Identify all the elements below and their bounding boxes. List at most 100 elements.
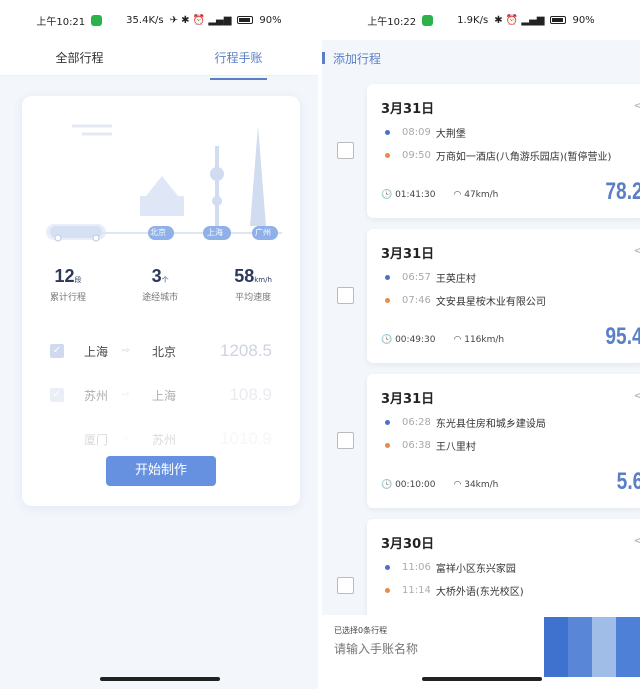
journal-name-input[interactable] <box>322 636 522 656</box>
trip-card[interactable]: 3月31日 < 08:09 大荆堡 09:50 万商如一酒店(八角游乐园店)(暂停营… <box>367 84 640 218</box>
wechat-icon <box>91 14 103 26</box>
trip-duration: 01:41:30 <box>395 190 436 200</box>
start-place: 东光县住房和城乡建设局 <box>435 419 546 430</box>
share-icon[interactable]: < <box>633 388 640 404</box>
speedometer-icon: ◠ 47km/h <box>453 190 499 200</box>
add-trip-header[interactable]: 添加行程 <box>322 40 640 76</box>
right-phone: 上午10:22 1.9K/s ✱ ⏰ ▂▄▆ 90% 添加行程 3月31日 < … <box>322 0 640 689</box>
trip-checkbox[interactable] <box>337 432 354 449</box>
end-time: 06:38 <box>402 440 431 451</box>
trip-speed: 116km/h <box>464 335 505 345</box>
end-dot-icon <box>385 443 390 448</box>
stat-label: 平均速度 <box>235 293 272 303</box>
start-dot-icon <box>385 275 390 280</box>
home-indicator <box>100 677 220 681</box>
tab-trip-journal[interactable]: 行程手账 <box>210 45 267 80</box>
start-time: 06:57 <box>402 272 431 283</box>
network-speed: 35.4K/s <box>126 14 164 26</box>
route-to: 上海 <box>152 388 177 403</box>
stat-unit: km/h <box>254 276 272 284</box>
checkbox[interactable] <box>50 432 64 446</box>
route-from: 厦门 <box>84 432 109 447</box>
trip-card[interactable]: 3月31日 < 06:57 王英庄村 07:46 文安县星桉木业有限公司 🕓 00:… <box>367 229 640 363</box>
route-row[interactable]: 厦门 ⇨ 苏州 1010.9 <box>22 417 300 461</box>
tab-bar: 全部行程 行程手账 <box>0 40 318 80</box>
battery-level: 90% <box>259 14 282 26</box>
city-illustration: 北京 上海 广州 <box>22 96 300 248</box>
trip-duration: 00:49:30 <box>395 335 436 345</box>
tab-all-trips[interactable]: 全部行程 <box>51 45 107 70</box>
trip-date: 3月30日 <box>381 537 435 552</box>
route-distance: 108.9 <box>229 385 272 404</box>
status-bar: 上午10:21 35.4K/s ✈ ✱ ⏰ ▂▄▆ 90% <box>0 0 318 40</box>
route-row[interactable]: ✓ 苏州 ⇨ 上海 108.9 <box>22 373 300 417</box>
end-dot-icon <box>385 588 390 593</box>
skyline-illustration <box>46 124 282 242</box>
status-time: 上午10:21 <box>36 16 86 28</box>
trip-end: 11:14 大桥外语(东光校区) <box>381 583 633 598</box>
trip-checkbox[interactable] <box>337 287 354 304</box>
stat-label: 累计行程 <box>50 293 87 303</box>
stat-label: 途经城市 <box>142 293 179 303</box>
stat-unit: 段 <box>74 276 82 284</box>
trip-start: 06:28 东光县住房和城乡建设局 <box>381 415 633 430</box>
start-place: 富祥小区东兴家园 <box>435 564 516 575</box>
city-tag: 广州 <box>255 228 271 237</box>
start-button[interactable]: 开始制作 <box>106 456 216 486</box>
pixelated-button[interactable] <box>544 617 640 677</box>
arrow-icon: ⇨ <box>122 390 130 400</box>
end-place: 万商如一酒店(八角游乐园店)(暂停营业) <box>435 152 612 163</box>
start-time: 06:28 <box>402 417 431 428</box>
stats-row: 12段 累计行程 3个 途经城市 58km/h 平均速度 <box>22 248 300 303</box>
checkbox[interactable]: ✓ <box>50 344 64 358</box>
trip-end: 06:38 王八里村 <box>381 438 633 453</box>
trip-card[interactable]: 3月31日 < 06:28 东光县住房和城乡建设局 06:38 王八里村 🕓 00:… <box>367 374 640 508</box>
network-speed: 1.9K/s <box>457 14 489 26</box>
trip-date: 3月31日 <box>381 247 435 262</box>
route-from: 上海 <box>84 344 109 359</box>
clock-icon: 🕓 00:10:00 <box>381 480 436 490</box>
end-dot-icon <box>385 298 390 303</box>
start-dot-icon <box>385 420 390 425</box>
trip-start: 11:06 富祥小区东兴家园 <box>381 560 633 575</box>
start-time: 08:09 <box>402 127 431 138</box>
share-icon[interactable]: < <box>633 98 640 114</box>
checkbox[interactable]: ✓ <box>50 388 64 402</box>
start-place: 王英庄村 <box>435 274 476 285</box>
signal-icons: ✈ ✱ ⏰ ▂▄▆ <box>169 14 232 26</box>
city-tag: 北京 <box>150 228 166 237</box>
clock-icon: 🕓 00:49:30 <box>381 335 436 345</box>
battery-level: 90% <box>572 14 595 26</box>
trip-checkbox[interactable] <box>337 142 354 159</box>
trip-meta: 🕓 01:41:30 ◠ 47km/h <box>381 190 498 200</box>
route-to: 北京 <box>152 344 177 359</box>
share-icon[interactable]: < <box>633 533 640 549</box>
end-dot-icon <box>385 153 390 158</box>
trip-speed: 34km/h <box>464 480 499 490</box>
trip-meta: 🕓 00:49:30 ◠ 116km/h <box>381 335 504 345</box>
journal-preview-card: 北京 上海 广州 12段 累计行程 3个 途经城市 58km/h 平均速度 ✓ 上海 ⇨ 北… <box>22 96 300 506</box>
route-distance: 1010.9 <box>220 429 272 448</box>
end-time: 07:46 <box>402 295 431 306</box>
route-list: ✓ 上海 ⇨ 北京 1208.5 ✓ 苏州 ⇨ 上海 108.9 厦门 ⇨ 苏州 1010.9 <box>22 329 300 461</box>
stat-value: 12 <box>54 266 75 286</box>
trip-start: 06:57 王英庄村 <box>381 270 633 285</box>
speedometer-icon: ◠ 116km/h <box>453 335 505 345</box>
start-time: 11:06 <box>402 562 431 573</box>
city-tag: 上海 <box>207 228 223 237</box>
route-row[interactable]: ✓ 上海 ⇨ 北京 1208.5 <box>22 329 300 373</box>
route-from: 苏州 <box>84 388 109 403</box>
trip-checkbox[interactable] <box>337 577 354 594</box>
stat-value: 3 <box>151 266 162 286</box>
trip-end: 07:46 文安县星桉木业有限公司 <box>381 293 633 308</box>
signal-icons: ✱ ⏰ ▂▄▆ <box>494 14 545 26</box>
end-place: 王八里村 <box>435 442 476 453</box>
status-time: 上午10:22 <box>367 16 417 28</box>
stat-value: 58 <box>234 266 255 286</box>
home-indicator <box>422 677 542 681</box>
route-distance: 1208.5 <box>220 341 272 360</box>
end-place: 文安县星桉木业有限公司 <box>435 297 546 308</box>
trip-speed: 47km/h <box>464 190 499 200</box>
left-phone: 上午10:21 35.4K/s ✈ ✱ ⏰ ▂▄▆ 90% 全部行程 行程手账 … <box>0 0 318 689</box>
share-icon[interactable]: < <box>633 243 640 259</box>
